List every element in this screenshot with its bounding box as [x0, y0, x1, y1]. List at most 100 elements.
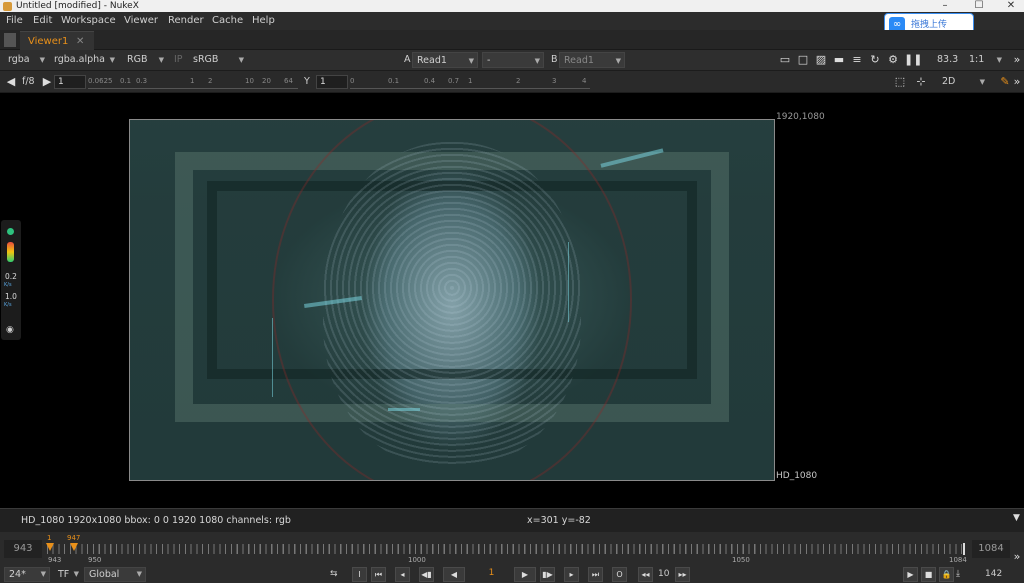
timeline-in-frame[interactable]: 943 — [4, 540, 42, 558]
step-back-icon[interactable]: ◀▮ — [419, 567, 434, 582]
out-point-button[interactable]: O — [612, 567, 627, 582]
b-input-dropdown[interactable]: Read1 ▼ — [559, 52, 625, 68]
close-button[interactable]: ✕ — [998, 0, 1024, 12]
playback-mode-icon[interactable]: ▶ — [903, 567, 918, 582]
timeline-tick-label: 950 — [88, 556, 102, 564]
camera-icon[interactable]: ◉ — [6, 325, 14, 335]
skip-forward-icon[interactable]: ▸▸ — [675, 567, 690, 582]
frame-increment-value[interactable]: 10 — [658, 566, 669, 583]
current-frame-input[interactable]: 1 — [470, 567, 510, 581]
menu-workspace[interactable]: Workspace — [61, 12, 116, 30]
next-keyframe-icon[interactable]: ▸ — [564, 567, 579, 582]
menu-edit[interactable]: Edit — [33, 12, 52, 30]
skip-back-icon[interactable]: ◂◂ — [638, 567, 653, 582]
stop-icon[interactable]: ■ — [921, 567, 936, 582]
channels-dropdown[interactable]: rgba ▼ — [4, 52, 48, 68]
menu-render[interactable]: Render — [168, 12, 204, 30]
gamma-tick: 0.4 — [424, 77, 436, 85]
fps-dropdown[interactable]: 24* ▼ — [4, 567, 50, 582]
b-input-label: B — [551, 54, 558, 65]
image-hud-line — [387, 408, 420, 411]
ratio-dropdown[interactable]: 1:1 ▼ — [965, 52, 1005, 68]
wipe-icon[interactable]: ▨ — [814, 53, 828, 67]
bounce-icon[interactable]: ⤓ — [956, 566, 960, 583]
roi-icon[interactable]: ▭ — [778, 53, 792, 67]
in-point-marker-icon[interactable] — [46, 543, 54, 551]
fstop-left-arrow-icon[interactable]: ◀ — [4, 75, 18, 89]
gamma-input[interactable]: 1 — [316, 75, 348, 89]
tab-viewer1[interactable]: Viewer1 ✕ — [20, 31, 94, 50]
refresh-icon[interactable]: ↻ — [868, 53, 882, 67]
minimize-button[interactable]: – — [932, 0, 958, 12]
viewer-toolbar-second: ◀ f/8 ▶ 1 0.0625 0.1 0.3 1 2 10 20 64 Y … — [0, 71, 1024, 93]
scope-dropdown[interactable]: Global ▼ — [84, 567, 146, 582]
step-forward-icon[interactable]: ▮▶ — [540, 567, 555, 582]
region-select-icon[interactable]: ⬚ — [893, 75, 907, 89]
fps-value: 24* — [9, 569, 26, 580]
timeline-ruler[interactable] — [47, 544, 967, 554]
format-label-bottom-right: HD_1080 — [776, 471, 818, 481]
color-gradient-icon[interactable] — [7, 242, 14, 262]
menu-viewer[interactable]: Viewer — [124, 12, 158, 30]
play-backward-icon[interactable]: ◀ — [443, 567, 465, 582]
timeline-out-frame[interactable]: 1084 — [972, 540, 1010, 558]
display-channel-dropdown[interactable]: RGB ▼ — [123, 52, 167, 68]
timeline-tick-label: 1084 — [949, 556, 967, 564]
panel-menu-icon[interactable] — [4, 33, 16, 47]
timeline-expand-icon[interactable]: » — [1010, 550, 1024, 564]
expand-chevron-icon[interactable]: » — [1010, 53, 1024, 67]
gamma-tick: 1 — [468, 77, 473, 85]
timeline-tick-label: 943 — [48, 556, 62, 564]
gamma-tick: 0.1 — [388, 77, 400, 85]
time-format-value: TF — [58, 569, 70, 580]
gain-slider[interactable]: 0.0625 0.1 0.3 1 2 10 20 64 — [88, 75, 298, 89]
pause-icon[interactable]: ❚❚ — [904, 53, 922, 67]
first-frame-icon[interactable]: ⏮ — [371, 567, 386, 582]
rate-unit-2: K/s — [4, 302, 12, 308]
gamma-tick: 4 — [582, 77, 587, 85]
menubar: File Edit Workspace Viewer Render Cache … — [0, 12, 1024, 30]
loop-icon[interactable]: ⇆ — [330, 566, 338, 583]
menu-cache[interactable]: Cache — [212, 12, 243, 30]
compare-dropdown[interactable]: - ▼ — [482, 52, 544, 68]
compare-value: - — [487, 55, 491, 66]
play-forward-icon[interactable]: ▶ — [514, 567, 536, 582]
ip-button[interactable]: IP — [170, 52, 188, 68]
menu-help[interactable]: Help — [252, 12, 275, 30]
current-marker-label: 947 — [67, 534, 81, 542]
prev-keyframe-icon[interactable]: ◂ — [395, 567, 410, 582]
gain-input[interactable]: 1 — [54, 75, 86, 89]
out-point-marker[interactable] — [963, 543, 965, 555]
lut-dropdown[interactable]: sRGB ▼ — [189, 52, 247, 68]
format-info: HD_1080 1920x1080 bbox: 0 0 1920 1080 ch… — [21, 515, 291, 526]
last-frame-icon[interactable]: ⏭ — [588, 567, 603, 582]
gain-tick: 0.0625 — [88, 77, 113, 85]
viewer-canvas[interactable]: 1920,1080 HD_1080 — [0, 93, 1024, 508]
image-brain-shape — [323, 141, 581, 466]
settings-gear-icon[interactable]: ⚙ — [886, 53, 900, 67]
a-input-dropdown[interactable]: Read1 ▼ — [412, 52, 478, 68]
guides-icon[interactable]: ≡ — [850, 53, 864, 67]
in-marker-label: 1 — [47, 534, 52, 542]
frame-icon[interactable]: □ — [796, 53, 810, 67]
expand-chevron-icon[interactable]: » — [1010, 75, 1024, 89]
maximize-button[interactable]: ☐ — [966, 0, 992, 12]
time-format-dropdown[interactable]: TF ▼ — [54, 567, 82, 583]
alpha-channel-dropdown[interactable]: rgba.alpha ▼ — [50, 52, 118, 68]
info-expand-icon[interactable]: ▼ — [1013, 513, 1020, 523]
gamma-slider[interactable]: 0 0.1 0.4 0.7 1 2 3 4 — [350, 75, 590, 89]
view-mode-dropdown[interactable]: 2D ▼ — [938, 74, 988, 90]
in-point-button[interactable]: I — [352, 567, 367, 582]
transform-handle-icon[interactable]: ⊹ — [914, 75, 928, 89]
menu-file[interactable]: File — [6, 12, 23, 30]
lock-icon[interactable]: 🔒 — [939, 567, 954, 582]
nuke-logo-icon — [3, 2, 12, 11]
playhead-marker-icon[interactable] — [70, 543, 78, 551]
tab-close-icon[interactable]: ✕ — [76, 32, 84, 51]
viewer-image[interactable] — [129, 119, 775, 481]
fstop-right-arrow-icon[interactable]: ▶ — [40, 75, 54, 89]
overlay-icon[interactable]: ▬ — [832, 53, 846, 67]
timeline-tick-label: 1000 — [408, 556, 426, 564]
zoom-value[interactable]: 83.3 — [933, 52, 963, 68]
fstop-value[interactable]: f/8 — [18, 74, 35, 90]
